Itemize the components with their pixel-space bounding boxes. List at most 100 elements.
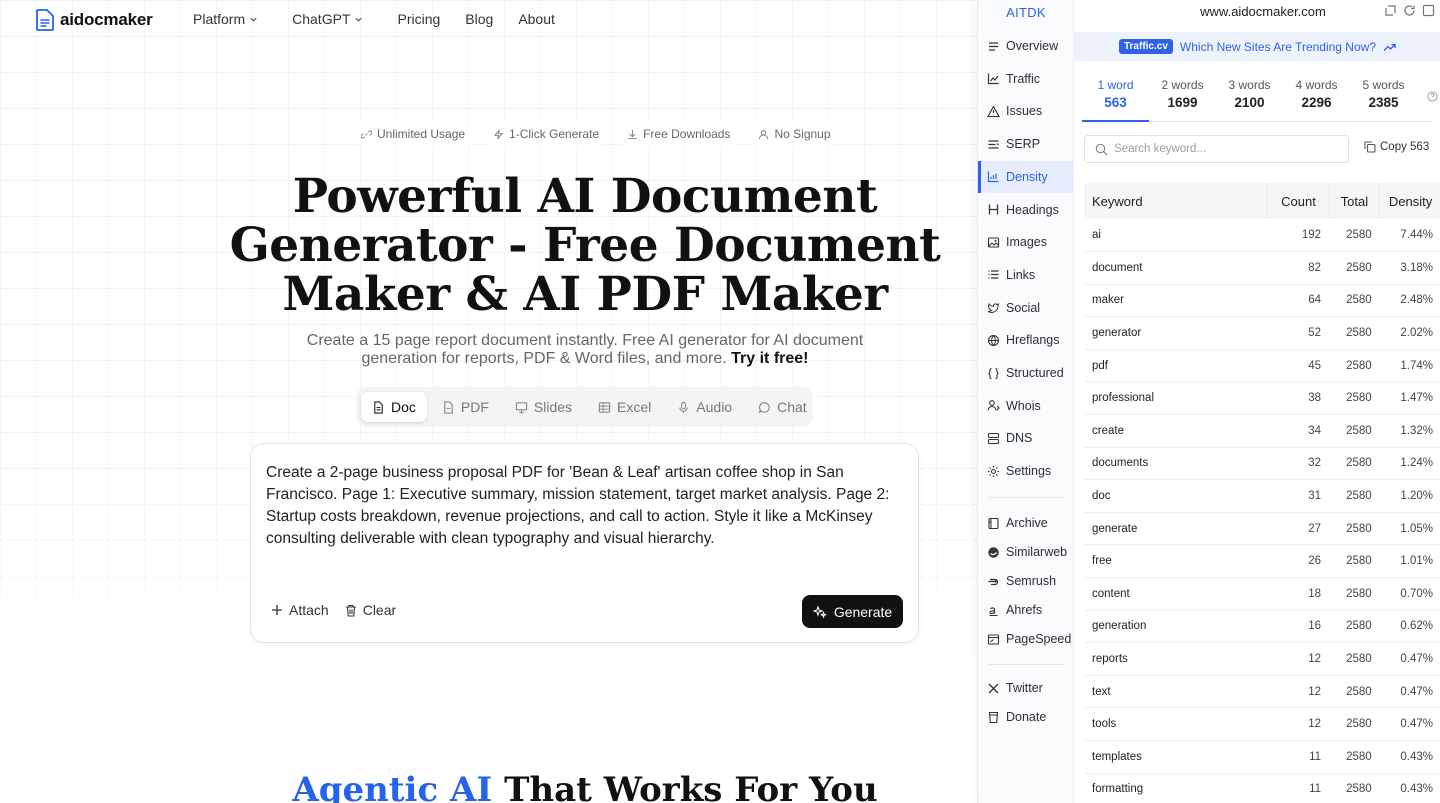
help-icon[interactable] <box>1427 91 1438 102</box>
cell-count: 45 <box>1267 349 1330 383</box>
sidebar-item-similarweb[interactable]: Similarweb <box>978 536 1074 568</box>
sidebar-item-serp[interactable]: SERP <box>978 128 1074 160</box>
link-icon <box>361 130 372 138</box>
sidebar-item-ahrefs[interactable]: Ahrefs <box>978 594 1074 626</box>
table-row[interactable]: formatting 11 2580 0.43% <box>1084 773 1440 803</box>
bolt-icon <box>493 129 504 139</box>
table-row[interactable]: doc 31 2580 1.20% <box>1084 479 1440 513</box>
mode-audio[interactable]: Audio <box>666 392 743 422</box>
attach-button[interactable]: Attach <box>271 602 329 618</box>
sidebar-item-archive[interactable]: Archive <box>978 507 1074 539</box>
cell-keyword: ai <box>1084 219 1268 253</box>
sidebar-item-label: Whois <box>1006 398 1041 413</box>
cell-count: 18 <box>1267 577 1330 611</box>
sidebar-item-overview[interactable]: Overview <box>978 30 1074 62</box>
sidebar-item-images[interactable]: Images <box>978 226 1074 258</box>
table-row[interactable]: generator 52 2580 2.02% <box>1084 316 1440 350</box>
sidebar-item-whois[interactable]: Whois <box>978 390 1074 422</box>
copy-button[interactable]: Copy 563 <box>1364 141 1429 153</box>
table-row[interactable]: tools 12 2580 0.47% <box>1084 707 1440 741</box>
mode-doc[interactable]: Doc <box>361 392 427 422</box>
cell-density: 0.62% <box>1379 610 1440 644</box>
mode-chat[interactable]: Chat <box>747 392 818 422</box>
download-icon <box>628 129 637 139</box>
refresh-icon[interactable] <box>1403 4 1416 17</box>
clear-button[interactable]: Clear <box>345 602 396 618</box>
table-row[interactable]: documents 32 2580 1.24% <box>1084 447 1440 481</box>
semrush-icon <box>988 578 999 585</box>
sidebar-item-label: Donate <box>1006 710 1047 724</box>
sidebar-item-dns[interactable]: DNS <box>978 422 1074 454</box>
table-row[interactable]: professional 38 2580 1.47% <box>1084 381 1440 416</box>
nav-platform[interactable]: Platform <box>193 11 258 27</box>
hero-subtitle: Create a 15 page report document instant… <box>306 332 864 367</box>
table-row[interactable]: create 34 2580 1.32% <box>1084 414 1440 448</box>
tab-4-word[interactable]: 4 words 2296 <box>1283 78 1350 121</box>
sidebar-item-hreflangs[interactable]: Hreflangs <box>978 324 1074 356</box>
nav-pricing[interactable]: Pricing <box>397 11 440 27</box>
col-density[interactable]: Density <box>1379 183 1440 219</box>
cell-density: 1.05% <box>1379 512 1440 546</box>
sidebar-item-label: Headings <box>1006 202 1059 217</box>
table-row[interactable]: pdf 45 2580 1.74% <box>1084 349 1440 383</box>
sidebar-item-structured[interactable]: Structured <box>978 357 1074 389</box>
tab-1-word[interactable]: 1 word 563 <box>1082 78 1149 122</box>
sidebar-item-headings[interactable]: Headings <box>978 194 1074 226</box>
sidebar-item-semrush[interactable]: Semrush <box>978 565 1074 597</box>
pin-icon[interactable] <box>1384 4 1397 17</box>
table-row[interactable]: content 18 2580 0.70% <box>1084 577 1440 611</box>
search-input[interactable] <box>1114 143 1334 155</box>
table-row[interactable]: reports 12 2580 0.47% <box>1084 642 1440 676</box>
table-row[interactable]: generate 27 2580 1.05% <box>1084 512 1440 546</box>
plus-icon <box>272 605 282 615</box>
cell-count: 64 <box>1267 284 1330 318</box>
table-row[interactable]: document 82 2580 3.18% <box>1084 251 1440 285</box>
try-free-text: Try it free! <box>731 350 809 367</box>
col-count[interactable]: Count <box>1267 183 1330 219</box>
extension-brand: AITDK <box>1006 5 1046 20</box>
nav-chatgpt[interactable]: ChatGPT <box>292 11 363 27</box>
keyword-search <box>1084 135 1349 163</box>
col-total[interactable]: Total <box>1329 183 1381 219</box>
sidebar-item-traffic[interactable]: Traffic <box>978 63 1074 95</box>
table-row[interactable]: free 26 2580 1.01% <box>1084 544 1440 579</box>
sidebar-item-label: Settings <box>1006 464 1052 479</box>
sidebar-item-pagespeed[interactable]: PageSpeed <box>978 623 1074 655</box>
tab-count: 2100 <box>1234 95 1265 110</box>
tab-2-word[interactable]: 2 words 1699 <box>1149 78 1216 121</box>
logo[interactable]: aidocmaker <box>36 9 153 31</box>
sidebar-item-label: Structured <box>1006 366 1064 380</box>
sidebar-item-issues[interactable]: Issues <box>978 95 1074 127</box>
table-row[interactable]: ai 192 2580 7.44% <box>1084 219 1440 253</box>
prompt-textarea[interactable]: Create a 2-page business proposal PDF fo… <box>266 462 906 550</box>
cell-keyword: generate <box>1084 512 1268 546</box>
tab-5-word[interactable]: 5 words 2385 <box>1350 78 1417 121</box>
nav-about[interactable]: About <box>518 11 555 27</box>
cell-keyword: document <box>1084 251 1268 285</box>
sidebar-item-donate[interactable]: Donate <box>978 701 1074 733</box>
table-row[interactable]: templates 11 2580 0.43% <box>1084 740 1440 774</box>
density-icon <box>987 171 999 183</box>
generate-button[interactable]: Generate <box>802 595 903 628</box>
table-row[interactable]: generation 16 2580 0.62% <box>1084 610 1440 644</box>
cell-density: 0.47% <box>1379 675 1440 709</box>
sidebar-item-social[interactable]: Social <box>978 292 1074 324</box>
sidebar-item-settings[interactable]: Settings <box>978 455 1074 487</box>
cell-keyword: doc <box>1084 479 1268 513</box>
mode-slides[interactable]: Slides <box>504 392 583 422</box>
mode-pdf[interactable]: PDF <box>431 392 500 422</box>
cell-total: 2580 <box>1329 381 1380 416</box>
col-keyword[interactable]: Keyword <box>1084 183 1269 219</box>
table-row[interactable]: maker 64 2580 2.48% <box>1084 284 1440 318</box>
sidebar-item-links[interactable]: Links <box>978 259 1074 291</box>
table-row[interactable]: text 12 2580 0.47% <box>1084 675 1440 709</box>
sidebar-item-density[interactable]: Density <box>978 160 1074 193</box>
promo-banner[interactable]: Traffic.cv Which New Sites Are Trending … <box>1074 32 1440 61</box>
tab-3-word[interactable]: 3 words 2100 <box>1216 78 1283 121</box>
close-icon[interactable] <box>1422 4 1435 17</box>
top-navigation: aidocmaker Platform ChatGPT Pricing Blog… <box>0 0 977 40</box>
nav-blog[interactable]: Blog <box>465 11 493 27</box>
mode-excel[interactable]: Excel <box>587 392 662 422</box>
user-icon <box>987 400 1000 411</box>
sidebar-item-twitter[interactable]: Twitter <box>978 672 1074 704</box>
